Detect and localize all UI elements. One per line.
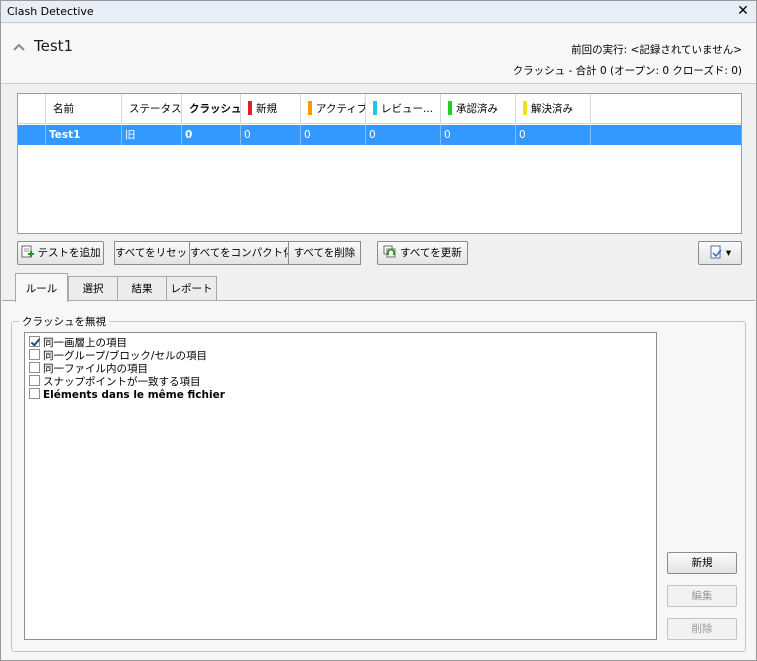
column-header-clashes[interactable]: クラッシュ: [182, 94, 241, 123]
rule-checkbox[interactable]: [29, 362, 40, 373]
close-icon[interactable]: ✕: [736, 3, 750, 19]
update-all-label: すべてを更新: [400, 247, 462, 259]
rule-checkbox[interactable]: [29, 336, 40, 347]
reset-all-label: すべてをリセット: [115, 247, 198, 259]
list-item[interactable]: 同一画層上の項目: [29, 336, 127, 349]
tab-results[interactable]: 結果: [117, 276, 167, 301]
column-header-name[interactable]: 名前: [46, 94, 122, 123]
status-color-approved: [448, 101, 452, 115]
ignore-clashes-group: クラッシュを無視 同一画層上の項目 同一グループ/ブロック/セルの項目 同一ファ…: [11, 314, 746, 652]
export-dropdown-button[interactable]: ▾: [698, 241, 742, 265]
rule-label: スナップポイントが一致する項目: [43, 376, 201, 388]
row-selector[interactable]: [18, 125, 46, 145]
tests-grid[interactable]: 名前 ステータス クラッシュ 新規 アクティブ レビュー... 承認済み 解決済…: [17, 93, 742, 234]
cell-approved: 0: [441, 125, 516, 145]
status-color-active: [308, 101, 312, 115]
test-header: Test1 前回の実行: <記録されていません> クラッシュ - 合計 0 (オ…: [1, 24, 756, 84]
rules-list[interactable]: 同一画層上の項目 同一グループ/ブロック/セルの項目 同一ファイル内の項目 スナ…: [24, 332, 657, 640]
edit-rule-button[interactable]: 編集: [667, 585, 737, 607]
reset-all-button[interactable]: すべてをリセット: [114, 241, 198, 265]
add-test-icon: [21, 245, 34, 258]
list-item[interactable]: Eléments dans le même fichier: [29, 388, 225, 401]
column-label: 名前: [53, 103, 74, 115]
rule-checkbox[interactable]: [29, 349, 40, 360]
column-label: 解決済み: [531, 103, 573, 115]
chevron-down-icon: ▾: [725, 247, 732, 259]
add-test-button[interactable]: テストを追加: [17, 241, 104, 265]
list-item[interactable]: 同一グループ/ブロック/セルの項目: [29, 349, 207, 362]
rule-checkbox[interactable]: [29, 388, 40, 399]
rule-checkbox[interactable]: [29, 375, 40, 386]
column-label: クラッシュ: [189, 103, 241, 115]
status-color-resolved: [523, 101, 527, 115]
update-all-button[interactable]: すべてを更新: [377, 241, 468, 265]
clash-summary: クラッシュ - 合計 0 (オープン: 0 クローズド: 0): [512, 65, 742, 77]
column-label: 承認済み: [456, 103, 498, 115]
column-header-resolved[interactable]: 解決済み: [516, 94, 591, 123]
column-label: レビュー...: [381, 103, 434, 115]
cell-name: Test1: [46, 125, 122, 145]
cell-clashes: 0: [182, 125, 241, 145]
add-test-label: テストを追加: [37, 247, 101, 259]
column-label: アクティブ: [316, 103, 366, 115]
column-header-active[interactable]: アクティブ: [301, 94, 366, 123]
list-item[interactable]: 同一ファイル内の項目: [29, 362, 148, 375]
grid-header: 名前 ステータス クラッシュ 新規 アクティブ レビュー... 承認済み 解決済…: [18, 94, 741, 124]
cell-active: 0: [301, 125, 366, 145]
export-icon: [710, 245, 722, 259]
clash-detective-window: Clash Detective ✕ Test1 前回の実行: <記録されていませ…: [0, 0, 757, 661]
delete-rule-button[interactable]: 削除: [667, 618, 737, 640]
window-title: Clash Detective: [7, 5, 94, 18]
title-bar: Clash Detective ✕: [1, 1, 756, 23]
cell-status: 旧: [122, 125, 182, 145]
ignore-clashes-title: クラッシュを無視: [19, 314, 109, 329]
new-rule-button[interactable]: 新規: [667, 552, 737, 574]
rule-label: 同一グループ/ブロック/セルの項目: [43, 350, 207, 362]
column-header-reviewed[interactable]: レビュー...: [366, 94, 441, 123]
column-header-approved[interactable]: 承認済み: [441, 94, 516, 123]
chevron-up-icon[interactable]: [12, 40, 26, 54]
column-label: ステータス: [129, 103, 182, 115]
table-row[interactable]: Test1 旧 0 0 0 0 0 0: [18, 125, 741, 145]
delete-all-label: すべてを削除: [293, 247, 356, 259]
cell-reviewed: 0: [366, 125, 441, 145]
rule-label: 同一画層上の項目: [43, 337, 127, 349]
status-color-new: [248, 101, 252, 115]
column-label: 新規: [256, 103, 277, 115]
row-selector-header: [18, 94, 46, 123]
rules-panel: クラッシュを無視 同一画層上の項目 同一グループ/ブロック/セルの項目 同一ファ…: [2, 300, 755, 660]
rule-label: 同一ファイル内の項目: [43, 363, 148, 375]
last-run-text: 前回の実行: <記録されていません>: [571, 44, 742, 56]
compact-all-label: すべてをコンパクト化: [190, 247, 294, 259]
status-color-reviewed: [373, 101, 377, 115]
compact-all-button[interactable]: すべてをコンパクト化: [189, 241, 294, 265]
tab-select[interactable]: 選択: [68, 276, 118, 301]
current-test-name: Test1: [34, 37, 74, 55]
list-item[interactable]: スナップポイントが一致する項目: [29, 375, 201, 388]
column-header-new[interactable]: 新規: [241, 94, 301, 123]
tab-report[interactable]: レポート: [166, 276, 217, 301]
cell-new: 0: [241, 125, 301, 145]
column-header-status[interactable]: ステータス: [122, 94, 182, 123]
cell-resolved: 0: [516, 125, 591, 145]
tab-rules[interactable]: ルール: [15, 273, 68, 302]
update-all-icon: [383, 245, 396, 258]
delete-all-button[interactable]: すべてを削除: [288, 241, 361, 265]
rule-label: Eléments dans le même fichier: [43, 389, 225, 401]
